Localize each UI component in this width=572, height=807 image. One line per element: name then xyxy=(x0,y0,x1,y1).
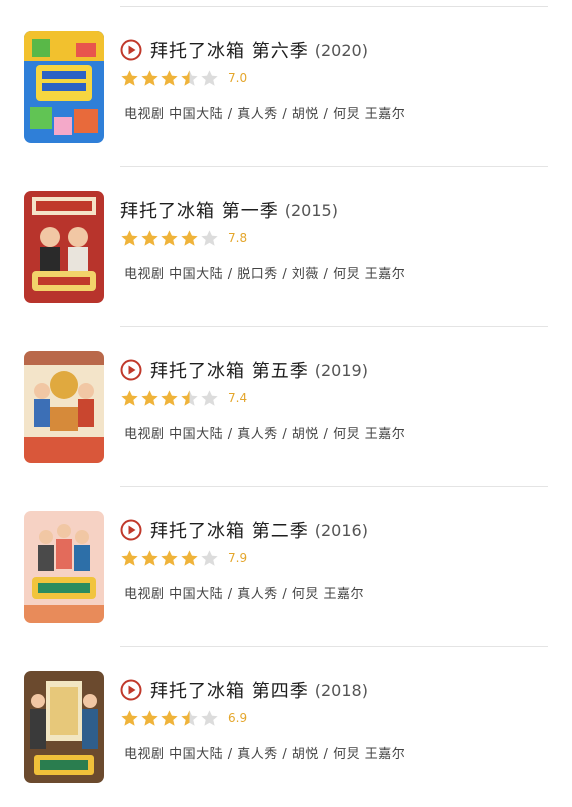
show-meta: 电视剧 中国大陆 / 真人秀 / 胡悦 / 何炅 王嘉尔 xyxy=(124,107,406,122)
title-row[interactable]: 拜托了冰箱 第六季 (2020) xyxy=(120,35,368,65)
rating-row: 7.4 xyxy=(120,387,247,409)
rating-row: 7.9 xyxy=(120,547,247,569)
star-icon xyxy=(161,549,178,566)
show-meta: 电视剧 中国大陆 / 真人秀 / 何炅 王嘉尔 xyxy=(124,587,365,602)
rating-score: 7.9 xyxy=(228,551,248,565)
star-rating xyxy=(120,709,220,728)
poster-image[interactable] xyxy=(24,511,104,623)
show-title[interactable]: 拜托了冰箱 第六季 xyxy=(150,37,309,63)
star-icon xyxy=(121,709,138,726)
star-rating xyxy=(120,69,220,88)
star-icon xyxy=(141,389,158,406)
show-year: (2016) xyxy=(314,520,368,540)
title-row[interactable]: 拜托了冰箱 第五季 (2019) xyxy=(120,355,368,385)
poster-image[interactable] xyxy=(24,671,104,783)
poster-image[interactable] xyxy=(24,191,104,303)
list-item[interactable]: 拜托了冰箱 第二季 (2016) 7.9 电视剧 中国大陆 / 真人秀 / 何炅… xyxy=(0,487,572,647)
star-icon xyxy=(141,69,158,86)
show-title[interactable]: 拜托了冰箱 第五季 xyxy=(150,357,309,383)
poster-image[interactable] xyxy=(24,351,104,463)
rating-score: 6.9 xyxy=(228,711,248,725)
star-icon xyxy=(121,229,138,246)
rating-row: 6.9 xyxy=(120,707,247,729)
star-icon xyxy=(121,549,138,566)
star-icon xyxy=(201,389,218,406)
title-row[interactable]: 拜托了冰箱 第二季 (2016) xyxy=(120,515,368,545)
star-icon xyxy=(161,69,178,86)
rating-row: 7.8 xyxy=(120,227,247,249)
star-icon xyxy=(141,549,158,566)
list-item[interactable]: 拜托了冰箱 第四季 (2018) 6.9 电视剧 中国大陆 / 真人秀 / 胡悦… xyxy=(0,647,572,807)
poster-image[interactable] xyxy=(24,31,104,143)
show-list: 拜托了冰箱 第六季 (2020) 7.0 电视剧 中国大陆 / 真人秀 / 胡悦… xyxy=(0,0,572,790)
show-meta: 电视剧 中国大陆 / 真人秀 / 胡悦 / 何炅 王嘉尔 xyxy=(124,427,406,442)
star-icon xyxy=(201,549,218,566)
show-title[interactable]: 拜托了冰箱 第一季 xyxy=(120,197,279,223)
title-row[interactable]: 拜托了冰箱 第一季 (2015) xyxy=(120,195,338,225)
title-row[interactable]: 拜托了冰箱 第四季 (2018) xyxy=(120,675,368,705)
star-icon xyxy=(141,709,158,726)
play-circle-icon[interactable] xyxy=(120,359,142,381)
star-icon xyxy=(181,69,198,86)
star-icon xyxy=(181,389,198,406)
show-title[interactable]: 拜托了冰箱 第二季 xyxy=(150,517,309,543)
show-meta: 电视剧 中国大陆 / 脱口秀 / 刘薇 / 何炅 王嘉尔 xyxy=(124,267,406,282)
star-icon xyxy=(201,229,218,246)
list-item[interactable]: 拜托了冰箱 第六季 (2020) 7.0 电视剧 中国大陆 / 真人秀 / 胡悦… xyxy=(0,7,572,167)
show-meta: 电视剧 中国大陆 / 真人秀 / 胡悦 / 何炅 王嘉尔 xyxy=(124,747,406,762)
list-item[interactable]: 拜托了冰箱 第一季 (2015) 7.8 电视剧 中国大陆 / 脱口秀 / 刘薇… xyxy=(0,167,572,327)
star-icon xyxy=(201,709,218,726)
list-item[interactable]: 拜托了冰箱 第五季 (2019) 7.4 电视剧 中国大陆 / 真人秀 / 胡悦… xyxy=(0,327,572,487)
star-icon xyxy=(121,69,138,86)
rating-score: 7.0 xyxy=(228,71,248,85)
star-icon xyxy=(181,549,198,566)
rating-score: 7.8 xyxy=(228,231,248,245)
star-icon xyxy=(121,389,138,406)
star-icon xyxy=(141,229,158,246)
play-circle-icon[interactable] xyxy=(120,519,142,541)
play-circle-icon[interactable] xyxy=(120,679,142,701)
star-rating xyxy=(120,229,220,248)
show-year: (2020) xyxy=(314,40,368,60)
star-icon xyxy=(181,709,198,726)
star-icon xyxy=(201,69,218,86)
star-rating xyxy=(120,389,220,408)
star-icon xyxy=(161,389,178,406)
show-year: (2015) xyxy=(284,200,338,220)
star-rating xyxy=(120,549,220,568)
rating-row: 7.0 xyxy=(120,67,247,89)
rating-score: 7.4 xyxy=(228,391,248,405)
show-year: (2018) xyxy=(314,680,368,700)
play-circle-icon[interactable] xyxy=(120,39,142,61)
star-icon xyxy=(161,229,178,246)
show-title[interactable]: 拜托了冰箱 第四季 xyxy=(150,677,309,703)
show-year: (2019) xyxy=(314,360,368,380)
star-icon xyxy=(181,229,198,246)
star-icon xyxy=(161,709,178,726)
